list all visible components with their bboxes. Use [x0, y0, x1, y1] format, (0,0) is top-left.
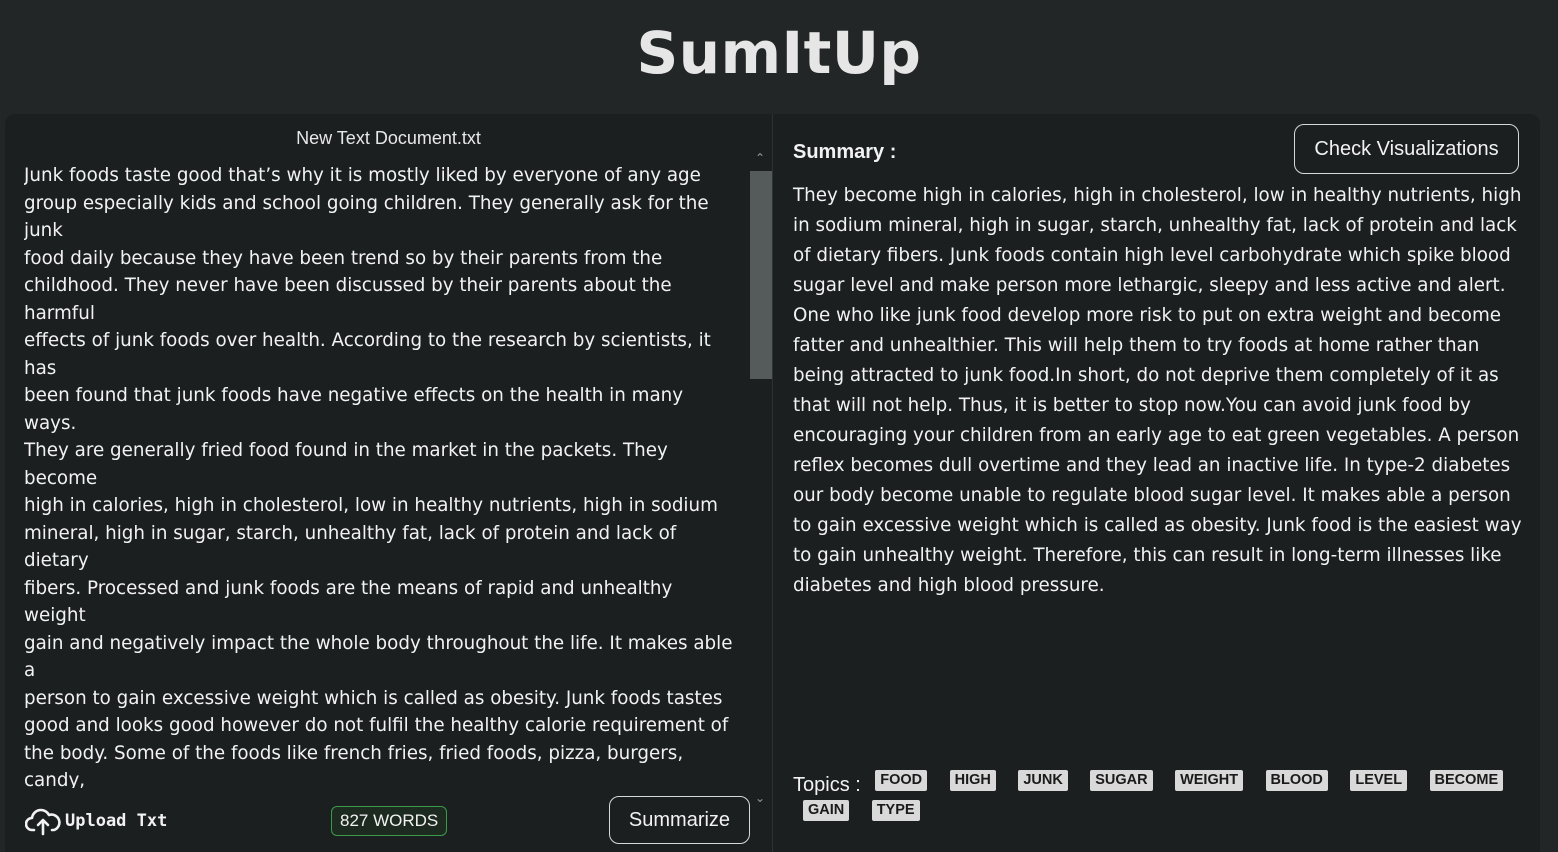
chevron-up-icon[interactable]: ⌃	[755, 150, 765, 166]
upload-label: Upload Txt	[65, 811, 168, 831]
topics-label: Topics :	[793, 774, 861, 796]
file-name: New Text Document.txt	[296, 128, 481, 148]
summarize-button[interactable]: Summarize	[609, 796, 750, 844]
check-visualizations-button[interactable]: Check Visualizations	[1294, 124, 1519, 174]
cloud-upload-icon	[25, 806, 61, 836]
scroll-thumb[interactable]	[750, 171, 772, 379]
topic-chip: SUGAR	[1090, 770, 1153, 791]
input-scrollbar[interactable]: ⌃ ⌄	[749, 150, 772, 805]
topic-chip: BLOOD	[1265, 770, 1328, 791]
summary-text: They become high in calories, high in ch…	[793, 185, 1522, 596]
topics-row-2: GAIN TYPE	[793, 800, 1523, 830]
word-count-badge: 827 WORDS	[331, 806, 448, 836]
upload-txt-button[interactable]: Upload Txt	[25, 806, 167, 836]
summary-panel: Summary : Check Visualizations They beco…	[773, 114, 1540, 852]
topics-section: Topics : FOOD HIGH JUNK SUGAR WEIGHT BLO…	[793, 770, 1523, 830]
summary-heading: Summary :	[793, 141, 897, 163]
topic-chip: JUNK	[1018, 770, 1068, 791]
app-title: SumItUp	[636, 19, 922, 87]
topic-chip: LEVEL	[1350, 770, 1408, 791]
topic-chip: FOOD	[875, 770, 928, 791]
topic-chip: TYPE	[871, 800, 920, 821]
topic-chip: WEIGHT	[1175, 770, 1244, 791]
input-toolbar: Upload Txt 827 WORDS Summarize	[5, 794, 772, 852]
input-panel: New Text Document.txt Junk foods taste g…	[5, 114, 773, 852]
main-container: New Text Document.txt Junk foods taste g…	[5, 114, 1540, 852]
topic-chip: BECOME	[1429, 770, 1504, 791]
topic-chip: GAIN	[803, 800, 850, 821]
input-text-area[interactable]: Junk foods taste good that’s why it is m…	[24, 162, 738, 788]
topic-chip: HIGH	[949, 770, 996, 791]
